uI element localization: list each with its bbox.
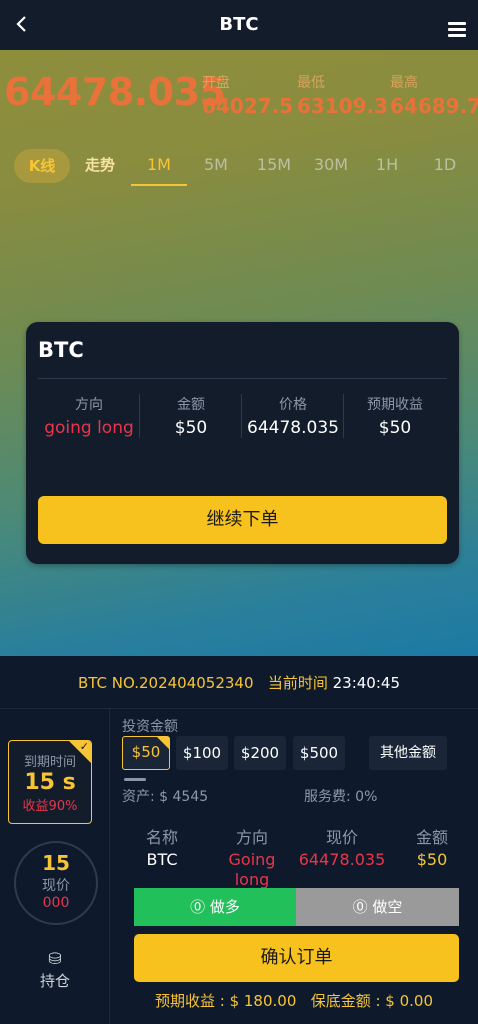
direction-label: 方向 (75, 397, 103, 413)
expected-label: 预期收益 (367, 397, 423, 413)
amount-option-200[interactable]: $200 (234, 736, 286, 770)
open-stat: 开盘 64027.5 (202, 72, 293, 118)
countdown-value: 15 (42, 851, 70, 875)
countdown-zeros: 000 (42, 895, 70, 911)
tab-1d[interactable]: 1D (426, 146, 464, 186)
scroll-indicator (124, 778, 146, 781)
expire-seconds: 15 s (24, 770, 76, 795)
page-title: BTC (219, 14, 259, 35)
selected-corner (157, 737, 169, 749)
other-amount-button[interactable]: 其他金额 (369, 736, 447, 770)
go-long-button[interactable]: ⓪ 做多 (134, 888, 296, 926)
holdings-label: 持仓 (39, 972, 70, 990)
menu-icon[interactable] (448, 22, 466, 38)
tab-1m[interactable]: 1M (131, 146, 187, 186)
order-summary-footer: 预期收益 : $ 180.00 保底金额 : $ 0.00 (110, 990, 478, 1011)
high-stat: 最高 64689.7 (390, 72, 478, 118)
amount-label: 金额 (177, 397, 205, 413)
high-value: 64689.7 (390, 94, 478, 118)
top-bar: BTC (0, 0, 478, 50)
low-stat: 最低 63109.3 (297, 72, 388, 118)
price-label: 现价 (325, 828, 358, 847)
go-short-button[interactable]: ⓪ 做空 (296, 888, 459, 926)
name-value: BTC (146, 850, 178, 869)
price-value: 64478.035 (298, 850, 386, 869)
amount-col: 金额 $50 (140, 394, 242, 438)
tab-5m[interactable]: 5M (195, 146, 237, 186)
expected-income: 预期收益 : $ 180.00 (154, 992, 297, 1010)
order-info: BTC NO.202404052340 当前时间 23:40:45 (0, 672, 478, 693)
expected-value: $50 (378, 418, 412, 438)
open-value: 64027.5 (202, 94, 294, 118)
low-label: 最低 (297, 75, 325, 91)
amount-label: 金额 (415, 828, 448, 847)
open-label: 开盘 (202, 75, 230, 91)
yen-icon: ⓪ (190, 898, 206, 916)
tab-trend[interactable]: 走势 (78, 146, 122, 186)
guaranteed-amount: 保底金额 : $ 0.00 (310, 992, 433, 1010)
current-time: 23:40:45 (332, 674, 400, 692)
price-col: 价格 64478.035 (242, 394, 344, 438)
expire-option[interactable]: ✓ 到期时间 15 s 收益90% (8, 740, 92, 824)
chart-tabs: K线 走势 1M 5M 15M 30M 1H 1D (0, 146, 478, 190)
coins-icon: ⛁ (48, 949, 62, 968)
tab-30m[interactable]: 30M (308, 146, 354, 186)
high-label: 最高 (390, 75, 418, 91)
tab-1h[interactable]: 1H (368, 146, 406, 186)
amount-value: $50 (174, 418, 208, 438)
check-icon: ✓ (79, 740, 89, 753)
dir-value: Going long (228, 850, 276, 889)
countdown-circle: 15 现价 000 (14, 841, 98, 925)
countdown-label: 现价 (42, 878, 70, 894)
continue-order-button[interactable]: 继续下单 (38, 496, 447, 544)
dialog-title: BTC (38, 338, 84, 362)
price-label: 价格 (279, 397, 307, 413)
direction-col: 方向 going long (38, 394, 140, 438)
amount-option-500[interactable]: $500 (293, 736, 345, 770)
trade-panel: BTC NO.202404052340 当前时间 23:40:45 ✓ 到期时间… (0, 656, 478, 1024)
yen-icon: ⓪ (352, 898, 368, 916)
asset-balance: 资产: $ 4545 (122, 789, 209, 805)
tab-kline[interactable]: K线 (14, 149, 70, 183)
order-confirm-dialog: BTC 方向 going long 金额 $50 价格 64478.035 预期… (26, 322, 459, 564)
expire-yield: 收益90% (22, 799, 78, 814)
name-label: 名称 (145, 828, 178, 847)
order-number: BTC NO.202404052340 (77, 674, 254, 692)
confirm-order-button[interactable]: 确认订单 (134, 934, 459, 982)
dialog-divider (38, 378, 447, 379)
invest-label: 投资金额 (122, 719, 178, 735)
dir-label: 方向 (235, 828, 268, 847)
amount-value: $50 (416, 850, 448, 869)
time-label: 当前时间 (267, 674, 328, 692)
price-value: 64478.035 (247, 418, 339, 438)
holdings-button[interactable]: ⛁ 持仓 (30, 949, 80, 991)
amount-option-100[interactable]: $100 (176, 736, 228, 770)
current-price: 64478.035 (4, 70, 226, 114)
go-short-label: 做空 (372, 898, 403, 916)
service-fee: 服务费: 0% (304, 789, 378, 805)
tab-15m[interactable]: 15M (251, 146, 297, 186)
low-value: 63109.3 (297, 94, 389, 118)
go-long-label: 做多 (209, 898, 240, 916)
amount-option-50[interactable]: $50 (122, 736, 170, 770)
left-column: ✓ 到期时间 15 s 收益90% 15 现价 000 ⛁ 持仓 (0, 709, 110, 1024)
direction-value: going long (44, 418, 134, 438)
expected-col: 预期收益 $50 (344, 394, 446, 438)
